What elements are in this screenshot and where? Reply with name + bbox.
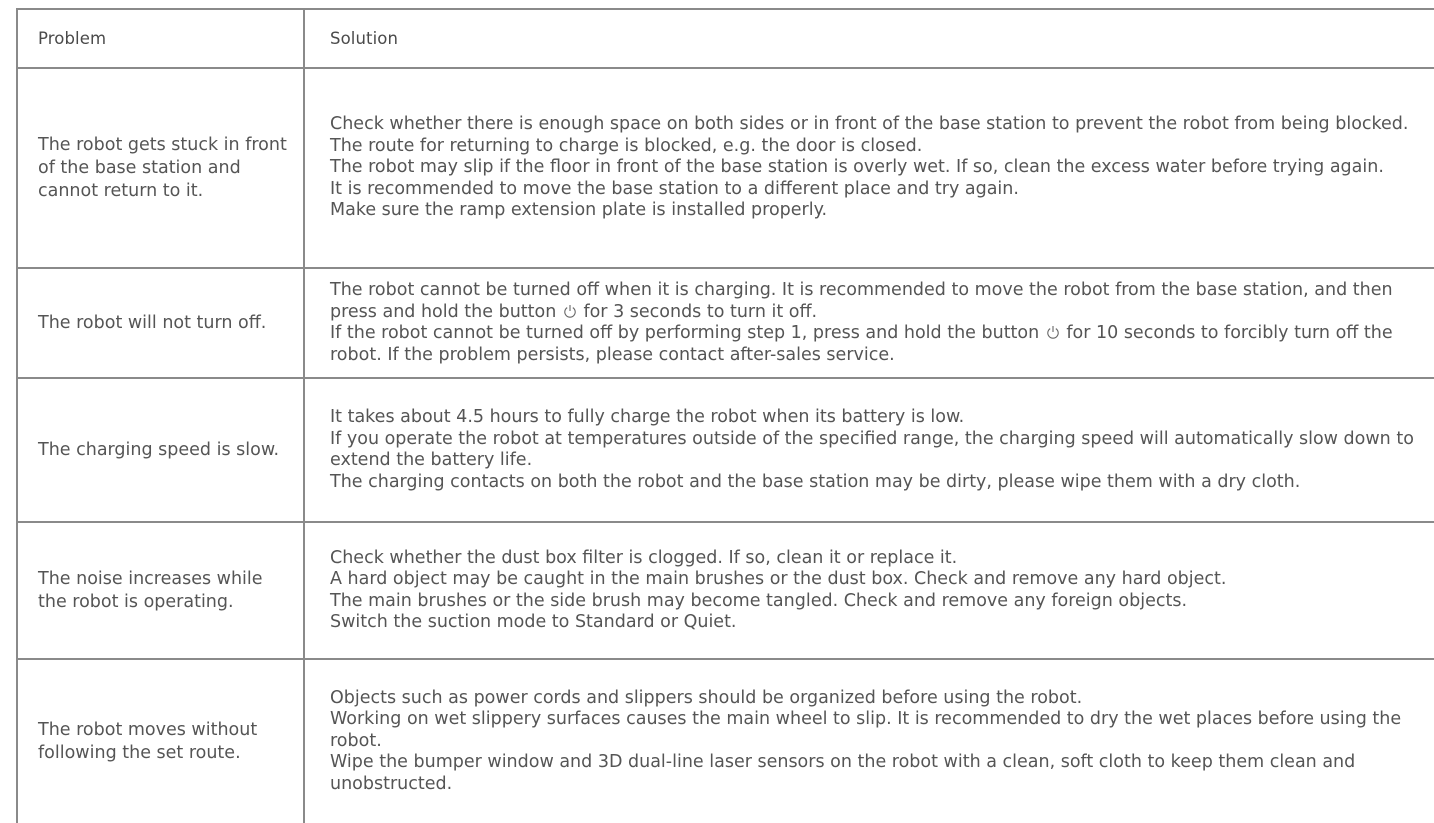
- solution-line: Check whether the dust box filter is clo…: [330, 547, 958, 568]
- solution-line: The route for returning to charge is blo…: [330, 135, 923, 156]
- problem-text: The noise increases while the robot is o…: [38, 568, 263, 612]
- solution-line: The charging contacts on both the robot …: [330, 471, 1301, 492]
- problem-text: The robot will not turn off.: [38, 312, 267, 333]
- table-row-problem: The robot will not turn off.: [18, 269, 303, 377]
- solution-line: It takes about 4.5 hours to fully charge…: [330, 407, 965, 427]
- solution-text: for 3 seconds to turn it off.: [577, 301, 818, 322]
- table-row-solution: Check whether the dust box filter is clo…: [305, 523, 1434, 658]
- table-row-problem: The robot gets stuck in front of the bas…: [18, 69, 303, 267]
- solution-line: The robot may slip if the floor in front…: [330, 157, 1384, 178]
- solution-line: It is recommended to move the base stati…: [330, 178, 1019, 199]
- header-problem-label: Problem: [38, 29, 107, 48]
- solution-line: The main brushes or the side brush may b…: [330, 590, 1188, 611]
- solution-line: Wipe the bumper window and 3D dual-line …: [330, 752, 1356, 794]
- table-row-solution: It takes about 4.5 hours to fully charge…: [305, 379, 1434, 521]
- solution-line: The robot cannot be turned off when it i…: [330, 280, 1430, 323]
- problem-text: The charging speed is slow.: [38, 439, 280, 460]
- table-row-problem: The robot moves without following the se…: [18, 660, 303, 823]
- table-row-solution: Objects such as power cords and slippers…: [305, 660, 1434, 823]
- power-icon: [564, 304, 576, 318]
- solution-line: Switch the suction mode to Standard or Q…: [330, 612, 737, 632]
- solution-line: A hard object may be caught in the main …: [330, 569, 1227, 589]
- header-solution-label: Solution: [330, 29, 399, 48]
- table-row-problem: The charging speed is slow.: [18, 379, 303, 521]
- troubleshooting-table: Problem Solution The robot gets stuck in…: [0, 0, 1434, 823]
- power-icon: [1047, 326, 1059, 339]
- header-solution-cell: Solution: [305, 10, 1434, 67]
- solution-text: The robot cannot be turned off when it i…: [330, 280, 1393, 322]
- solution-line: If the robot cannot be turned off by per…: [330, 323, 1430, 366]
- solution-line: Working on wet slippery surfaces causes …: [330, 709, 1402, 751]
- solution-line: Objects such as power cords and slippers…: [330, 687, 1083, 708]
- table-row-solution: Check whether there is enough space on b…: [305, 69, 1434, 267]
- solution-text: If the robot cannot be turned off by per…: [330, 323, 1045, 343]
- header-problem-cell: Problem: [18, 10, 303, 67]
- table-row-problem: The noise increases while the robot is o…: [18, 523, 303, 658]
- solution-line: If you operate the robot at temperatures…: [330, 428, 1414, 471]
- problem-text: The robot moves without following the se…: [38, 719, 258, 763]
- table-row-solution: The robot cannot be turned off when it i…: [305, 269, 1434, 377]
- solution-line: Check whether there is enough space on b…: [330, 114, 1409, 135]
- problem-text: The robot gets stuck in front of the bas…: [38, 134, 287, 201]
- solution-line: Make sure the ramp extension plate is in…: [330, 200, 828, 221]
